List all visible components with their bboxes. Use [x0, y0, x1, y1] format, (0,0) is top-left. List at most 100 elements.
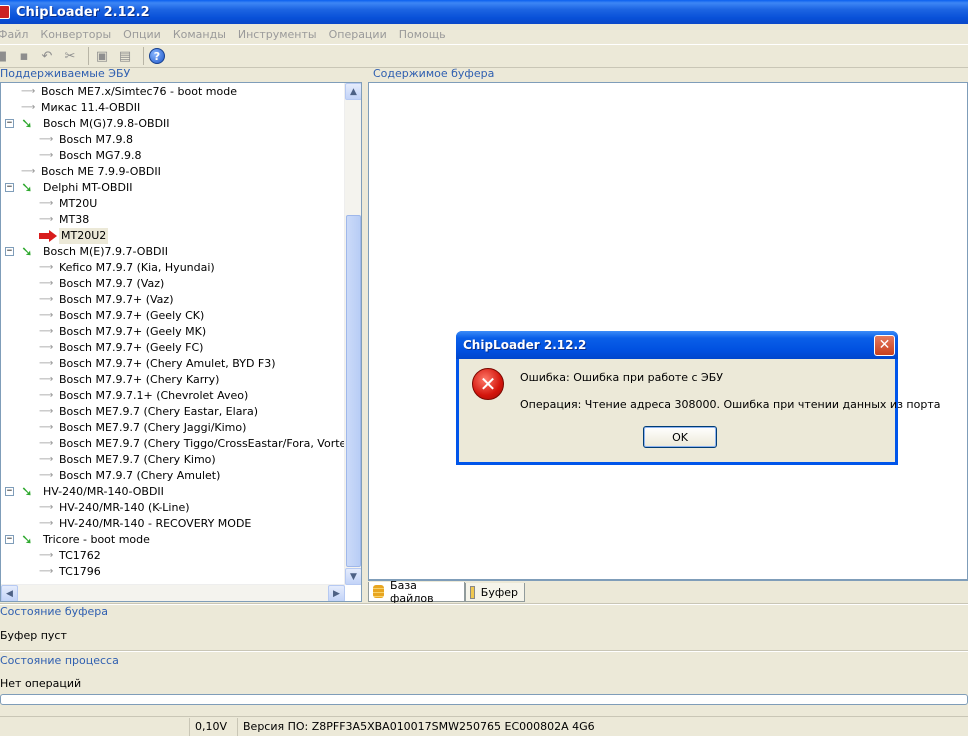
divider — [0, 650, 968, 652]
tree-group[interactable]: ➘ Delphi MT-OBDII — [21, 180, 134, 196]
leaf-arrow-icon: ⟶ — [39, 550, 54, 561]
ecu-tree[interactable]: ⟶ Bosch ME7.x/Simtec76 - boot mode ⟶ Микас … — [0, 82, 362, 602]
tree-item[interactable]: ⟶ TC1796 — [39, 564, 103, 580]
menu-options[interactable]: Опции — [117, 28, 167, 41]
tree-item[interactable]: MT20U2 — [39, 228, 109, 244]
undo-icon[interactable]: ↶ — [38, 47, 56, 65]
tree-item-label: HV-240/MR-140 (K-Line) — [59, 501, 190, 514]
tree-group[interactable]: ➘ Bosch M(G)7.9.8-OBDII — [21, 116, 172, 132]
tree-item[interactable]: ⟶ Bosch M7.9.7+ (Vaz) — [39, 292, 176, 308]
collapse-toggle-icon[interactable]: − — [5, 183, 14, 192]
menu-file[interactable]: Файл — [0, 28, 34, 41]
tree-item[interactable]: ⟶ Bosch M7.9.7+ (Chery Karry) — [39, 372, 221, 388]
status-bar: 0,10V Версия ПО: Z8PFF3A5XBA010017SMW250… — [0, 716, 968, 736]
tree-item[interactable]: ⟶ MT20U — [39, 196, 99, 212]
tree-item[interactable]: ⟶ Bosch M7.9.7.1+ (Chevrolet Aveo) — [39, 388, 250, 404]
tree-item[interactable]: ⟶ Bosch M7.9.7 (Vaz) — [39, 276, 166, 292]
help-button[interactable]: ? — [148, 47, 166, 65]
collapse-toggle-icon[interactable]: − — [5, 487, 14, 496]
leaf-arrow-icon: ⟶ — [39, 262, 54, 273]
collapse-toggle-icon[interactable]: − — [5, 535, 14, 544]
menu-operations[interactable]: Операции — [323, 28, 393, 41]
menu-converters[interactable]: Конверторы — [34, 28, 117, 41]
green-arrow-icon: ➘ — [21, 532, 33, 548]
leaf-arrow-icon: ⟶ — [39, 294, 54, 305]
copy-icon[interactable]: ▣ — [93, 47, 111, 65]
tree-item-label: TC1796 — [59, 565, 101, 578]
cut-icon[interactable]: ✂ — [61, 47, 79, 65]
tree-item[interactable]: ⟶ Bosch M7.9.7+ (Geely MK) — [39, 324, 208, 340]
tab-buffer[interactable]: Буфер — [465, 583, 525, 602]
tree-item[interactable]: ⟶ Bosch M7.9.7+ (Geely FC) — [39, 340, 205, 356]
tab-file-database[interactable]: База файлов — [368, 578, 465, 605]
tree-item[interactable]: ⟶ MT38 — [39, 212, 91, 228]
tree-item[interactable]: ⟶ Bosch ME7.9.7 (Chery Tiggo/CrossEastar/… — [39, 436, 362, 452]
tree-item[interactable]: ⟶ Bosch ME7.9.7 (Chery Kimo) — [39, 452, 218, 468]
tree-item-label: Bosch M7.9.7+ (Geely MK) — [59, 325, 207, 338]
tree-item[interactable]: ⟶ Bosch M7.9.7 (Chery Amulet) — [39, 468, 222, 484]
leaf-arrow-icon: ⟶ — [39, 134, 54, 145]
tree-horizontal-scrollbar[interactable]: ◀ ▶ — [1, 584, 345, 601]
tree-item-label: Bosch ME7.9.7 (Chery Eastar, Elara) — [59, 405, 258, 418]
tree-item-label: TC1762 — [59, 549, 101, 562]
tree-item-label: Bosch M7.9.7 (Vaz) — [59, 277, 165, 290]
scroll-down-button[interactable]: ▼ — [345, 568, 361, 585]
tree-item-label: Bosch ME7.9.7 (Chery Jaggi/Kimo) — [59, 421, 247, 434]
tree-item[interactable]: ⟶ Bosch M7.9.7+ (Chery Amulet, BYD F3) — [39, 356, 278, 372]
save-icon[interactable]: ▪ — [15, 47, 33, 65]
buffer-state-value: Буфер пуст — [0, 629, 67, 642]
tree-vertical-scrollbar[interactable]: ▲ ▼ — [344, 83, 361, 585]
tree-group[interactable]: ➘ Bosch M(E)7.9.7-OBDII — [21, 244, 170, 260]
tree-item[interactable]: ⟶ Микас 11.4-OBDII — [21, 100, 142, 116]
tree-item-label: Bosch ME7.9.7 (Chery Tiggo/CrossEastar/F… — [59, 437, 362, 450]
collapse-toggle-icon[interactable]: − — [5, 119, 14, 128]
tab-label: База файлов — [390, 578, 434, 605]
tree-group[interactable]: ➘ HV-240/MR-140-OBDII — [21, 484, 166, 500]
tree-item[interactable]: ⟶ Bosch ME7.9.7 (Chery Eastar, Elara) — [39, 404, 260, 420]
toolbar-separator — [88, 47, 89, 65]
app-icon — [0, 5, 10, 19]
leaf-arrow-icon: ⟶ — [39, 214, 54, 225]
scroll-left-button[interactable]: ◀ — [1, 585, 18, 601]
collapse-toggle-icon[interactable]: − — [5, 247, 14, 256]
menu-commands[interactable]: Команды — [167, 28, 232, 41]
tree-item[interactable]: ⟶ Bosch M7.9.7+ (Geely CK) — [39, 308, 206, 324]
tree-item-label: Tricore - boot mode — [43, 533, 150, 546]
tree-item[interactable]: ⟶ Bosch M7.9.8 — [39, 132, 135, 148]
leaf-arrow-icon: ⟶ — [39, 198, 54, 209]
tree-item[interactable]: ⟶ HV-240/MR-140 - RECOVERY MODE — [39, 516, 253, 532]
tree-item[interactable]: ⟶ Bosch ME 7.9.9-OBDII — [21, 164, 163, 180]
scroll-right-button[interactable]: ▶ — [328, 585, 345, 601]
leaf-arrow-icon: ⟶ — [39, 438, 54, 449]
tree-item[interactable]: ⟶ Bosch ME7.9.7 (Chery Jaggi/Kimo) — [39, 420, 248, 436]
dialog-title-bar[interactable]: ChipLoader 2.12.2 ✕ — [456, 331, 898, 359]
leaf-arrow-icon: ⟶ — [39, 278, 54, 289]
red-arrow-icon — [39, 230, 57, 242]
leaf-arrow-icon: ⟶ — [39, 454, 54, 465]
close-icon[interactable]: ✕ — [874, 334, 895, 356]
database-icon — [373, 585, 385, 598]
scroll-up-button[interactable]: ▲ — [345, 83, 361, 100]
tab-strip: База файлов Буфер — [368, 578, 968, 605]
tree-item-label: MT20U — [59, 197, 98, 210]
menu-help[interactable]: Помощь — [393, 28, 452, 41]
dialog-body: ✕ Ошибка: Ошибка при работе с ЭБУ Операц… — [459, 359, 940, 462]
tree-group[interactable]: ➘ Tricore - boot mode — [21, 532, 152, 548]
tree-item[interactable]: ⟶ Kefico M7.9.7 (Kia, Hyundai) — [39, 260, 217, 276]
progress-bar — [0, 694, 968, 705]
error-icon: ✕ — [472, 368, 504, 400]
tree-item[interactable]: ⟶ Bosch MG7.9.8 — [39, 148, 144, 164]
tree-item-label: Bosch M7.9.7+ (Geely CK) — [59, 309, 205, 322]
menu-tools[interactable]: Инструменты — [232, 28, 323, 41]
paste-icon[interactable]: ▤ — [116, 47, 134, 65]
supported-ecu-caption: Поддерживаемые ЭБУ — [0, 67, 131, 80]
tree-item[interactable]: ⟶ TC1762 — [39, 548, 103, 564]
scroll-thumb[interactable] — [346, 215, 361, 567]
tree-item[interactable]: ⟶ Bosch ME7.x/Simtec76 - boot mode — [21, 84, 239, 100]
leaf-arrow-icon: ⟶ — [39, 150, 54, 161]
ok-button[interactable]: OK — [643, 426, 717, 448]
tree-item[interactable]: ⟶ HV-240/MR-140 (K-Line) — [39, 500, 192, 516]
leaf-arrow-icon: ⟶ — [39, 422, 54, 433]
leaf-arrow-icon: ⟶ — [39, 390, 54, 401]
open-icon[interactable]: ■ — [0, 47, 10, 65]
